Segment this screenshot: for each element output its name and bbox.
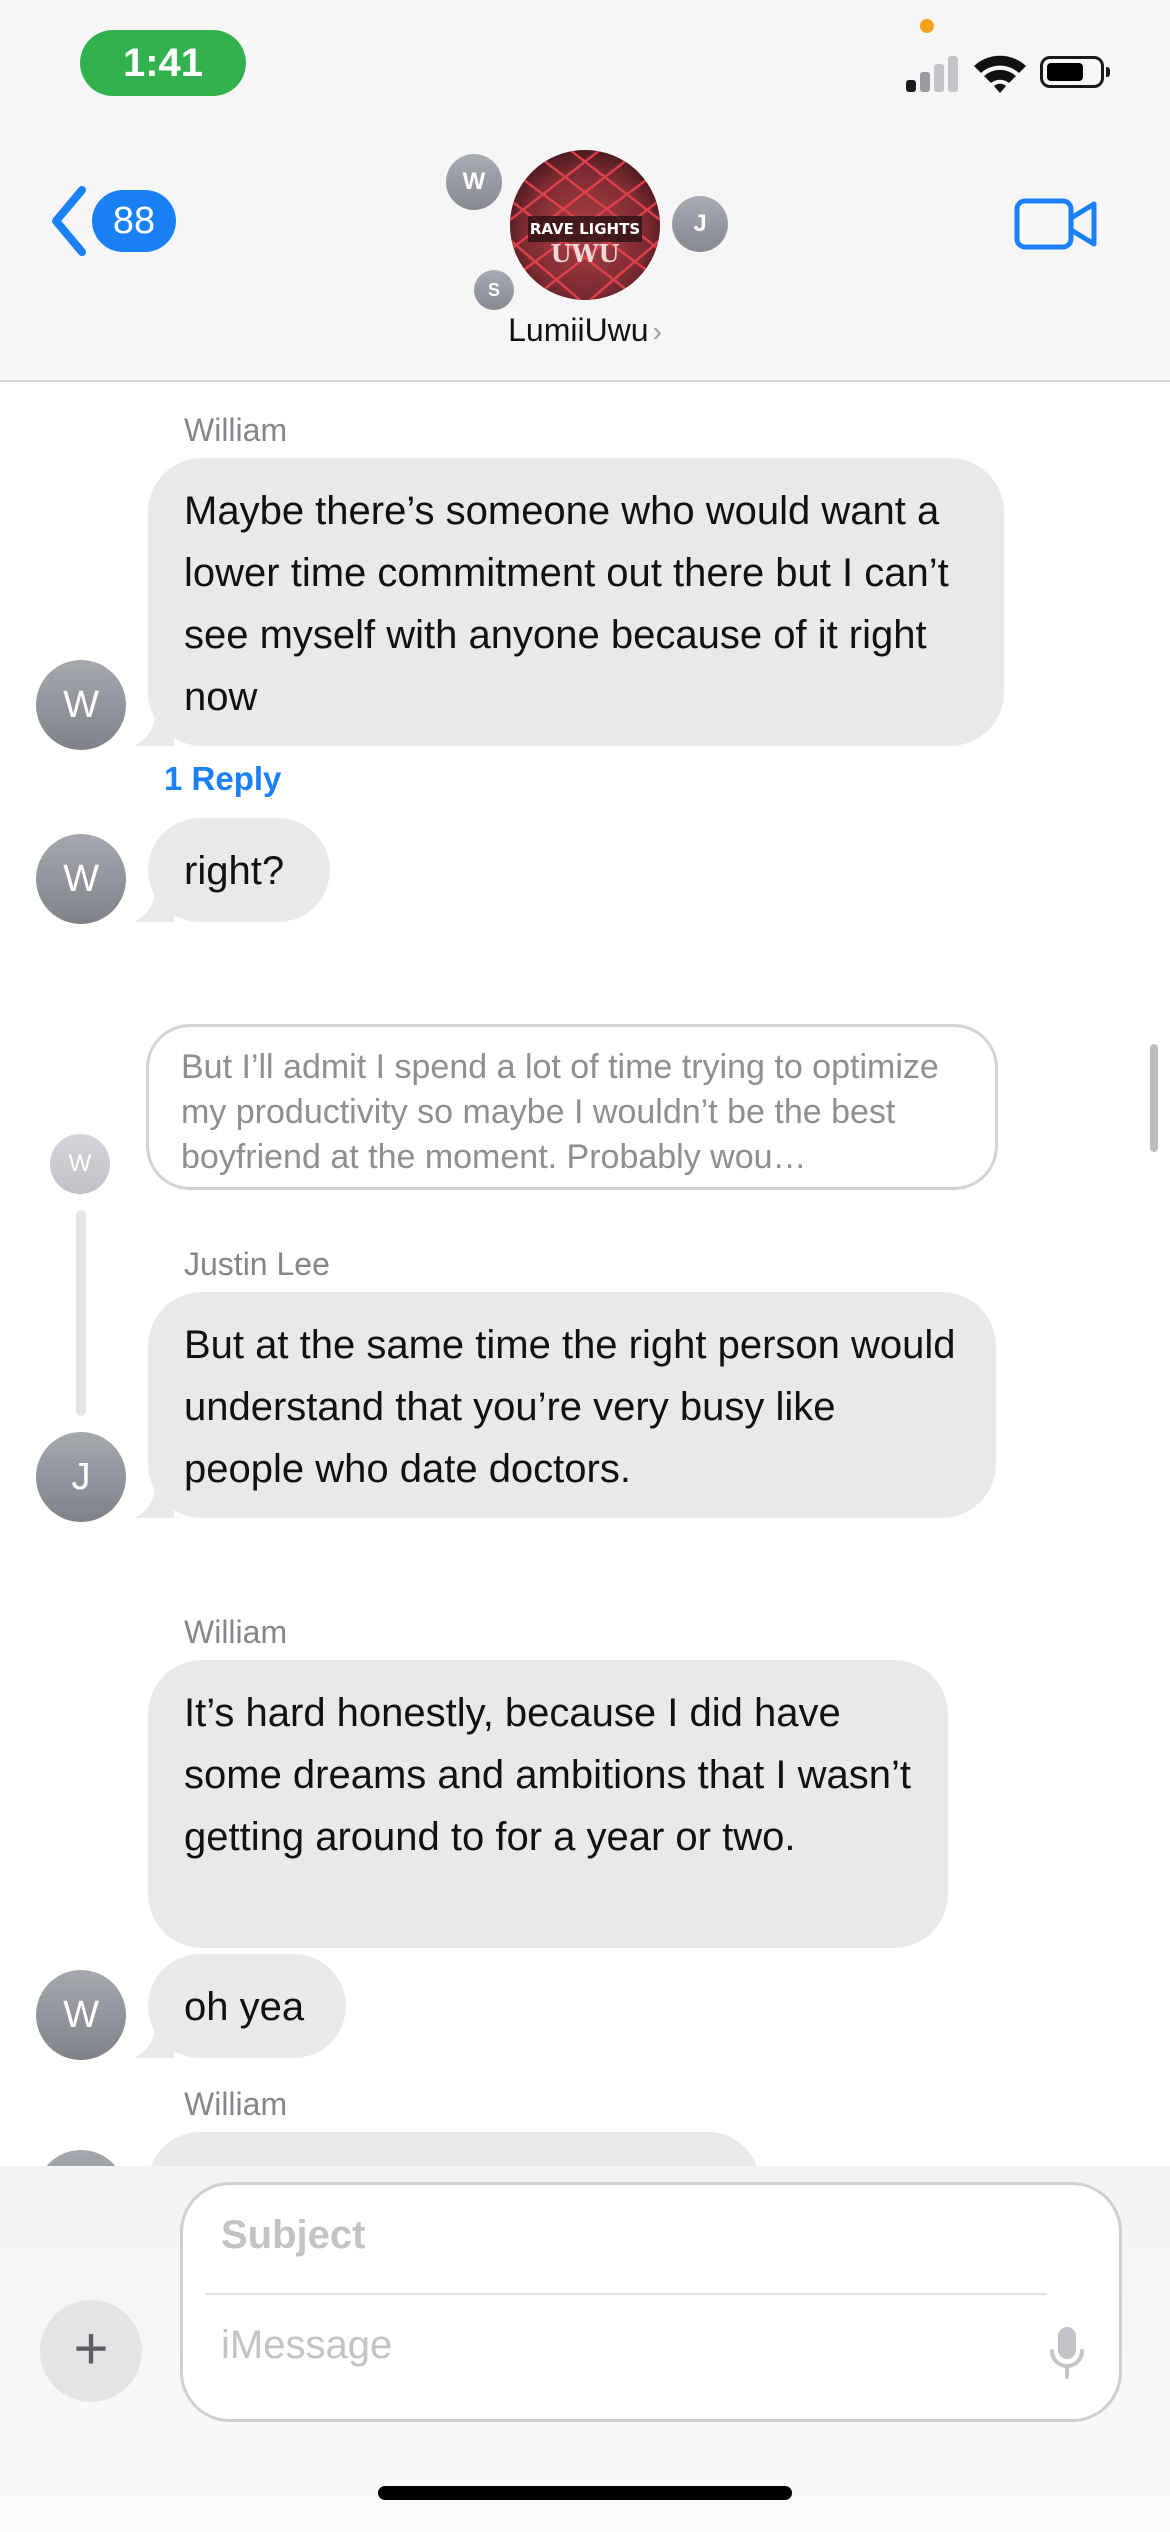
group-name-button[interactable]: LumiiUwu › <box>435 312 735 349</box>
conversation-header: 1:41 88 W J S RAVE LIGHTS UWU LumiiUwu › <box>0 0 1170 382</box>
message-input-box[interactable]: Subject iMessage <box>180 2182 1122 2422</box>
group-name: LumiiUwu <box>508 312 649 348</box>
thread-connector-line <box>76 1210 86 1416</box>
wifi-icon <box>974 55 1026 93</box>
imessage-input[interactable]: iMessage <box>221 2323 392 2368</box>
member-avatar-w: W <box>446 154 502 210</box>
message-bubble[interactable]: Maybe there’s someone who would want a l… <box>134 458 1004 746</box>
avatar-justin[interactable]: J <box>36 1432 126 1522</box>
composer-bar: + Subject iMessage <box>0 2166 1170 2532</box>
status-time: 1:41 <box>80 30 246 96</box>
subject-input[interactable]: Subject <box>221 2213 365 2258</box>
back-button[interactable]: 88 <box>40 180 180 262</box>
message-text: oh yea <box>184 1985 305 2029</box>
bubble-tail <box>134 1478 174 1518</box>
group-avatar[interactable]: RAVE LIGHTS UWU <box>510 150 660 300</box>
chevron-right-icon: › <box>652 316 662 347</box>
quoted-reply-text: But I’ll admit I spend a lot of time try… <box>181 1048 939 1176</box>
bubble-tail <box>134 706 174 746</box>
plus-icon[interactable]: + <box>40 2300 142 2402</box>
facetime-video-icon[interactable] <box>1014 196 1098 252</box>
sender-name: Justin Lee <box>184 1246 330 1282</box>
message-bubble[interactable]: right? <box>134 818 330 922</box>
message-bubble[interactable]: But at the same time the right person wo… <box>134 1292 996 1518</box>
avatar-william[interactable]: W <box>36 660 126 750</box>
message-text: right? <box>184 849 285 893</box>
group-avatar-text-bottom: UWU <box>551 239 620 268</box>
microphone-icon[interactable] <box>1049 2325 1085 2381</box>
scroll-indicator[interactable] <box>1150 1044 1158 1152</box>
avatar-william-small: W <box>50 1134 110 1194</box>
bubble-tail <box>134 2018 174 2058</box>
thread-reply-link[interactable]: 1 Reply <box>164 760 281 798</box>
avatar-william[interactable]: W <box>36 834 126 924</box>
cellular-signal-icon <box>906 54 962 92</box>
message-text: It’s hard honestly, because I did have s… <box>184 1691 912 1859</box>
unread-count-badge: 88 <box>92 190 176 252</box>
battery-icon <box>1040 56 1110 88</box>
group-avatar-text-top: RAVE LIGHTS <box>530 220 640 238</box>
sender-name: William <box>184 412 288 448</box>
member-avatar-j: J <box>672 196 728 252</box>
message-text: Maybe there’s someone who would want a l… <box>184 489 949 719</box>
sender-name: William <box>184 1614 288 1650</box>
bubble-tail <box>134 882 174 922</box>
avatar-william[interactable]: W <box>36 1970 126 2060</box>
member-avatar-s: S <box>474 270 514 310</box>
message-bubble[interactable]: It’s hard honestly, because I did have s… <box>148 1660 948 1948</box>
sender-name: William <box>184 2086 288 2122</box>
message-text: But at the same time the right person wo… <box>184 1323 956 1491</box>
chevron-left-icon <box>52 186 86 256</box>
message-bubble[interactable]: oh yea <box>134 1954 346 2058</box>
input-divider <box>205 2293 1047 2295</box>
quoted-reply-bubble[interactable]: But I’ll admit I spend a lot of time try… <box>146 1024 998 1190</box>
privacy-indicator-dot <box>920 19 934 33</box>
group-avatar-image: RAVE LIGHTS UWU <box>510 150 660 300</box>
home-indicator[interactable] <box>378 2486 792 2500</box>
